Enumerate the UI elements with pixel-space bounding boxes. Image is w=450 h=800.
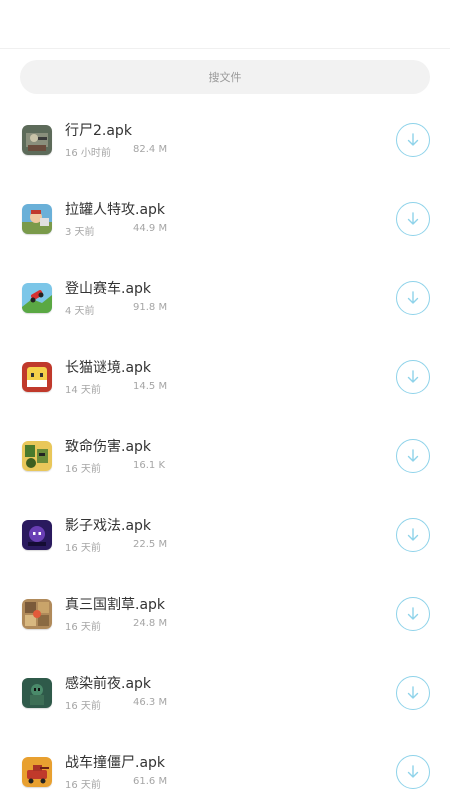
file-time: 16 天前 [65, 622, 101, 633]
file-time: 16 天前 [65, 780, 101, 791]
list-item[interactable]: 长猫谜境.apk 14 天前 14.5 M [0, 337, 450, 416]
file-size: 24.8 M [133, 618, 168, 629]
file-size: 61.6 M [133, 776, 168, 787]
file-size: 46.3 M [133, 697, 168, 708]
download-arrow-icon [407, 449, 419, 462]
search-input[interactable]: 搜文件 [20, 60, 430, 94]
lethal-damage-game-icon [22, 441, 52, 471]
long-cat-game-icon [22, 362, 52, 392]
list-item[interactable]: 真三国割草.apk 16 天前 24.8 M [0, 574, 450, 653]
file-time: 16 天前 [65, 464, 101, 475]
download-arrow-icon [407, 528, 419, 541]
list-item[interactable]: 致命伤害.apk 16 天前 16.1 K [0, 416, 450, 495]
download-arrow-icon [407, 133, 419, 146]
download-button[interactable] [396, 360, 430, 394]
file-name: 登山赛车.apk [65, 281, 152, 297]
file-name: 拉罐人特攻.apk [65, 202, 166, 218]
file-time: 16 天前 [65, 543, 101, 554]
three-kingdoms-game-icon [22, 599, 52, 629]
file-name: 致命伤害.apk [65, 439, 152, 455]
download-button[interactable] [396, 281, 430, 315]
download-arrow-icon [407, 686, 419, 699]
download-button[interactable] [396, 676, 430, 710]
file-time: 16 天前 [65, 701, 101, 712]
list-item[interactable]: 拉罐人特攻.apk 3 天前 44.9 M [0, 179, 450, 258]
file-size: 44.9 M [133, 223, 168, 234]
download-arrow-icon [407, 370, 419, 383]
file-size: 82.4 M [133, 144, 168, 155]
download-arrow-icon [407, 291, 419, 304]
download-button[interactable] [396, 518, 430, 552]
tank-zombie-game-icon [22, 757, 52, 787]
file-size: 16.1 K [133, 460, 166, 471]
file-list: 行尸2.apk 16 小时前 82.4 M 拉罐人特攻.apk 3 天前 44.… [0, 100, 450, 800]
download-arrow-icon [407, 765, 419, 778]
download-button[interactable] [396, 755, 430, 789]
file-time: 4 天前 [65, 306, 95, 317]
list-item[interactable]: 战车撞僵尸.apk 16 天前 61.6 M [0, 732, 450, 800]
file-name: 长猫谜境.apk [65, 360, 152, 376]
zombie-game-icon [22, 125, 52, 155]
shadow-trick-game-icon [22, 520, 52, 550]
file-size: 14.5 M [133, 381, 168, 392]
can-man-game-icon [22, 204, 52, 234]
file-name: 战车撞僵尸.apk [65, 755, 166, 771]
list-item[interactable]: 登山赛车.apk 4 天前 91.8 M [0, 258, 450, 337]
file-size: 91.8 M [133, 302, 168, 313]
list-item[interactable]: 行尸2.apk 16 小时前 82.4 M [0, 100, 450, 179]
top-bar [0, 0, 450, 49]
list-item[interactable]: 感染前夜.apk 16 天前 46.3 M [0, 653, 450, 732]
download-button[interactable] [396, 123, 430, 157]
download-button[interactable] [396, 597, 430, 631]
file-size: 22.5 M [133, 539, 168, 550]
file-time: 3 天前 [65, 227, 95, 238]
list-item[interactable]: 影子戏法.apk 16 天前 22.5 M [0, 495, 450, 574]
hill-racing-game-icon [22, 283, 52, 313]
download-button[interactable] [396, 439, 430, 473]
download-button[interactable] [396, 202, 430, 236]
infection-eve-game-icon [22, 678, 52, 708]
file-name: 影子戏法.apk [65, 518, 152, 534]
file-name: 行尸2.apk [65, 123, 132, 139]
file-time: 16 小时前 [65, 148, 111, 159]
file-name: 真三国割草.apk [65, 597, 166, 613]
download-arrow-icon [407, 607, 419, 620]
file-name: 感染前夜.apk [65, 676, 152, 692]
file-list-screen: 搜文件 行尸2.apk 16 小时前 82.4 M 拉罐人特攻.apk 3 天前… [0, 0, 450, 800]
file-time: 14 天前 [65, 385, 101, 396]
download-arrow-icon [407, 212, 419, 225]
